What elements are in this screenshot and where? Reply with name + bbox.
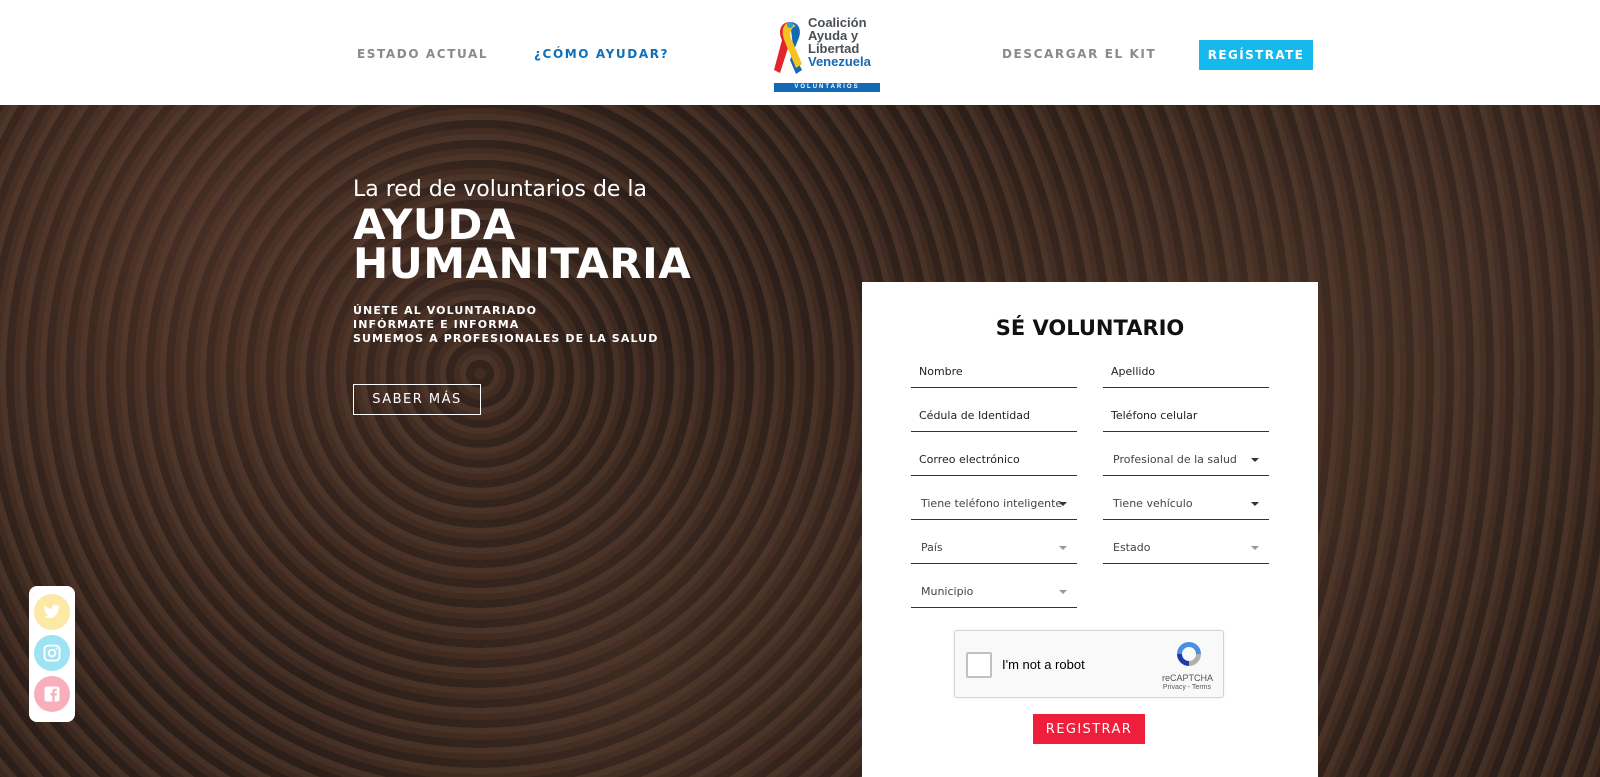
site-header: ESTADO ACTUAL ¿CÓMO AYUDAR? Coalición Ay…: [0, 0, 1600, 105]
instagram-icon[interactable]: [34, 635, 70, 671]
estado-select-label: Estado: [1113, 541, 1151, 554]
hero-bullets: ÚNETE AL VOLUNTARIADO INFÓRMATE E INFORM…: [353, 304, 658, 346]
chevron-down-icon: [1059, 590, 1067, 594]
recaptcha-label: I'm not a robot: [1002, 657, 1085, 672]
hero-title: AYUDA HUMANITARIA: [353, 204, 692, 288]
facebook-icon[interactable]: [34, 676, 70, 712]
recaptcha-widget: I'm not a robot reCAPTCHA Privacy - Term…: [954, 630, 1224, 698]
smartphone-select[interactable]: Tiene teléfono inteligente: [911, 488, 1077, 520]
cedula-field: [911, 400, 1077, 432]
nav-descargar-kit[interactable]: DESCARGAR EL KIT: [1002, 47, 1156, 61]
registrar-button[interactable]: REGISTRAR: [1033, 714, 1145, 744]
telefono-field: [1103, 400, 1269, 432]
hero-bullet: ÚNETE AL VOLUNTARIADO: [353, 304, 538, 317]
registrate-button[interactable]: REGÍSTRATE: [1199, 40, 1313, 70]
recaptcha-checkbox[interactable]: [966, 652, 992, 678]
cedula-input[interactable]: [911, 400, 1077, 431]
chevron-down-icon: [1251, 458, 1259, 462]
profesional-select-label: Profesional de la salud: [1113, 453, 1237, 466]
social-sidebar: [29, 586, 75, 722]
hero-bullet: INFÓRMATE E INFORMA: [353, 318, 520, 331]
recaptcha-icon: [1177, 642, 1201, 666]
vehiculo-select-label: Tiene vehículo: [1113, 497, 1193, 510]
pais-select[interactable]: País: [911, 532, 1077, 564]
chevron-down-icon: [1059, 502, 1067, 506]
smartphone-select-label: Tiene teléfono inteligente: [921, 497, 1063, 510]
estado-select[interactable]: Estado: [1103, 532, 1269, 564]
correo-field: [911, 444, 1077, 476]
apellido-field: [1103, 356, 1269, 388]
profesional-select[interactable]: Profesional de la salud: [1103, 444, 1269, 476]
saber-mas-button[interactable]: SABER MÁS: [353, 384, 481, 415]
hero-bullet: SUMEMOS A PROFESIONALES DE LA SALUD: [353, 332, 659, 345]
hero-section: La red de voluntarios de la AYUDA HUMANI…: [0, 105, 1600, 777]
recaptcha-terms-link[interactable]: Privacy - Terms: [1163, 684, 1211, 691]
nav-como-ayudar[interactable]: ¿CÓMO AYUDAR?: [534, 47, 669, 61]
municipio-select[interactable]: Municipio: [911, 576, 1077, 608]
volunteer-form-card: SÉ VOLUNTARIO Profesional de la salud Ti…: [862, 282, 1318, 777]
municipio-select-label: Municipio: [921, 585, 974, 598]
nombre-input[interactable]: [911, 356, 1077, 387]
nombre-field: [911, 356, 1077, 388]
pais-select-label: País: [921, 541, 943, 554]
form-title: SÉ VOLUNTARIO: [995, 316, 1185, 340]
apellido-input[interactable]: [1103, 356, 1269, 387]
ribbon-icon: [774, 22, 802, 74]
hero-title-line-2: HUMANITARIA: [353, 239, 692, 288]
hero-intro: La red de voluntarios de la: [353, 177, 648, 202]
vehiculo-select[interactable]: Tiene vehículo: [1103, 488, 1269, 520]
twitter-icon[interactable]: [34, 594, 70, 630]
logo-line-4: Venezuela: [808, 54, 871, 69]
chevron-down-icon: [1251, 546, 1259, 550]
hero-overlay: [0, 105, 1600, 777]
logo-text: Coalición Ayuda y Libertad Venezuela: [808, 16, 871, 68]
nav-estado-actual[interactable]: ESTADO ACTUAL: [357, 47, 488, 61]
chevron-down-icon: [1059, 546, 1067, 550]
logo-voluntarios-bar: VOLUNTARIOS: [774, 83, 880, 92]
coalition-logo[interactable]: Coalición Ayuda y Libertad Venezuela VOL…: [772, 16, 884, 94]
recaptcha-brand: reCAPTCHA: [1161, 673, 1213, 683]
chevron-down-icon: [1251, 502, 1259, 506]
correo-input[interactable]: [911, 444, 1077, 475]
telefono-input[interactable]: [1103, 400, 1269, 431]
